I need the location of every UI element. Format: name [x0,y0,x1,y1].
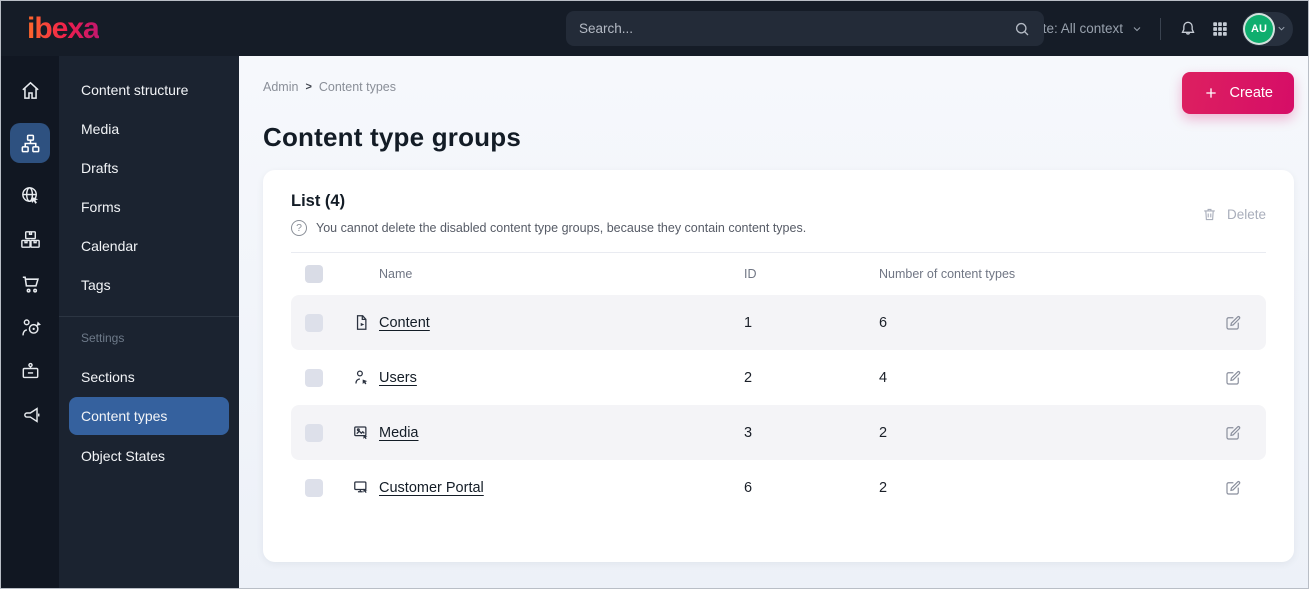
chevron-down-icon [1131,23,1143,35]
table-row: Users 2 4 [291,350,1266,405]
table-header: Name ID Number of content types [291,253,1266,295]
cart-icon[interactable] [19,272,42,295]
delete-button[interactable]: Delete [1201,206,1266,223]
row-checkbox[interactable] [305,368,323,387]
sidebar-menu: Content structure Media Drafts Forms Cal… [59,56,239,588]
sitemap-icon [19,132,42,155]
plus-icon [1203,85,1219,101]
content-structure-rail-item[interactable] [10,123,50,163]
help-icon: ? [291,220,307,236]
breadcrumb-separator: > [305,81,312,93]
create-button[interactable]: Create [1182,72,1294,114]
row-checkbox[interactable] [305,313,323,332]
table-row: Content 1 6 [291,295,1266,350]
topbar-right: Site: All context AU [1005,11,1308,46]
row-checkbox[interactable] [305,423,323,442]
edit-button[interactable] [1224,314,1266,332]
admin-badge-icon[interactable] [19,360,42,383]
bell-icon[interactable] [1178,19,1198,39]
topbar-divider [1160,17,1161,40]
sidebar-item-sections[interactable]: Sections [59,357,239,396]
sidebar-item-media[interactable]: Media [59,109,239,148]
app-window: ibexa Site: All context [0,0,1309,589]
content-type-groups-table: Name ID Number of content types Content … [291,252,1266,515]
user-icon [343,368,379,387]
sidebar-item-drafts[interactable]: Drafts [59,148,239,187]
breadcrumb-content-types: Content types [318,80,397,94]
file-icon [343,313,379,332]
group-link-users[interactable]: Users [379,370,744,386]
list-title: List (4) [291,192,346,210]
group-count: 2 [879,479,888,496]
group-link-customer-portal[interactable]: Customer Portal [379,480,744,496]
page-title: Content type groups [263,122,522,152]
sidebar-divider [59,316,239,317]
group-count: 2 [879,424,888,441]
avatar[interactable]: AU [1245,14,1273,43]
info-text: You cannot delete the disabled content t… [316,221,807,235]
group-id: 6 [744,479,753,496]
icon-rail [1,56,59,588]
table-row: Customer Portal 6 2 [291,460,1266,515]
col-header-name: Name [379,267,413,281]
info-row: ? You cannot delete the disabled content… [291,220,806,236]
sidebar-item-forms[interactable]: Forms [59,187,239,226]
group-id: 3 [744,424,753,441]
group-id: 2 [744,369,753,386]
site-globe-icon[interactable] [19,184,42,207]
edit-button[interactable] [1224,479,1266,497]
user-menu[interactable]: AU [1242,11,1293,46]
content-type-groups-card: List (4) ? You cannot delete the disable… [263,170,1294,562]
breadcrumb: Admin > Content types [263,72,396,94]
sidebar-item-tags[interactable]: Tags [59,265,239,304]
sidebar-item-calendar[interactable]: Calendar [59,226,239,265]
personalization-target-icon[interactable] [19,316,42,339]
group-link-media[interactable]: Media [379,425,744,441]
group-count: 6 [879,314,888,331]
main-content: Admin > Content types Create Content typ… [239,56,1308,588]
sidebar-section-settings: Settings [81,331,125,345]
table-row: Media 3 2 [291,405,1266,460]
logo-area[interactable]: ibexa [1,12,239,46]
search-input[interactable] [579,21,1013,36]
site-context-label: Site: All context [1030,21,1123,36]
topbar: ibexa Site: All context [1,1,1308,56]
search-icon[interactable] [1013,20,1031,38]
apps-grid-icon[interactable] [1211,20,1229,38]
breadcrumb-admin[interactable]: Admin [263,80,298,94]
group-count: 4 [879,369,888,386]
image-icon [343,423,379,442]
edit-button[interactable] [1224,369,1266,387]
row-checkbox[interactable] [305,478,323,497]
select-all-checkbox[interactable] [305,265,323,283]
sidebar-item-object-states[interactable]: Object States [59,436,239,475]
monitor-icon [343,478,379,497]
group-link-content[interactable]: Content [379,315,744,331]
trash-icon [1201,206,1218,223]
edit-button[interactable] [1224,424,1266,442]
group-id: 1 [744,314,753,331]
products-boxes-icon[interactable] [19,228,42,251]
col-header-id: ID [744,267,757,281]
sidebar-item-content-types[interactable]: Content types [69,397,229,435]
ibexa-logo[interactable]: ibexa [27,12,100,45]
megaphone-icon[interactable] [19,404,42,427]
chevron-down-icon [1276,23,1287,34]
global-search[interactable] [566,11,1044,46]
col-header-count: Number of content types [879,267,1016,281]
home-icon[interactable] [19,79,42,102]
sidebar-item-content-structure[interactable]: Content structure [59,70,239,109]
